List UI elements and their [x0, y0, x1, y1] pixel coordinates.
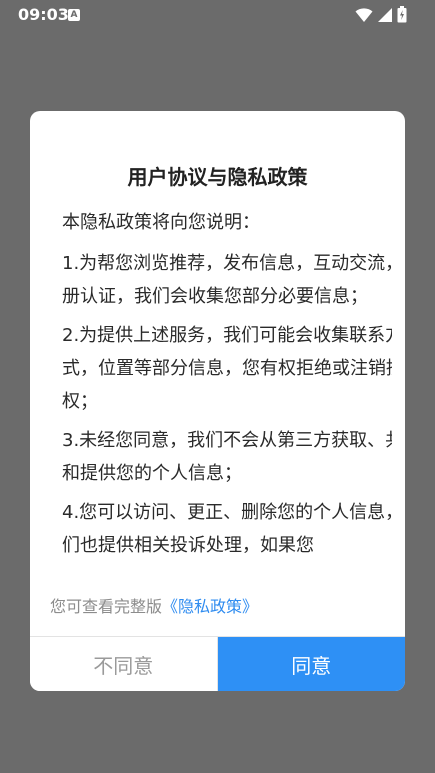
policy-intro: 本隐私政策将向您说明： — [62, 212, 260, 233]
agree-button[interactable]: 同意 — [217, 637, 405, 691]
policy-paragraph-1: 1.为帮您浏览推荐，发布信息，互动交流，注册认证，我们会收集您部分必要信息； — [62, 253, 392, 307]
policy-content-scroll[interactable]: 本隐私政策将向您说明： 1.为帮您浏览推荐，发布信息，互动交流，注册认证，我们会… — [62, 206, 392, 574]
status-bar: 09:03 A — [0, 0, 435, 30]
dialog-buttons: 不同意 同意 — [30, 637, 405, 691]
signal-icon — [378, 7, 392, 22]
status-icons — [355, 6, 407, 23]
wifi-icon — [355, 7, 373, 22]
privacy-policy-link[interactable]: 《隐私政策》 — [162, 597, 258, 616]
battery-icon — [397, 6, 407, 23]
notification-a-icon: A — [68, 9, 80, 21]
privacy-dialog: 用户协议与隐私政策 本隐私政策将向您说明： 1.为帮您浏览推荐，发布信息，互动交… — [30, 111, 405, 691]
policy-paragraph-4: 4.您可以访问、更正、删除您的个人信息，我们也提供相关投诉处理，如果您 — [62, 502, 392, 556]
notice-text: 您可查看完整版 — [50, 597, 163, 616]
policy-paragraph-3: 3.未经您同意，我们不会从第三方获取、共享和提供您的个人信息； — [62, 430, 392, 484]
full-policy-notice: 您可查看完整版《隐私政策》 — [50, 593, 258, 617]
dialog-title: 用户协议与隐私政策 — [127, 165, 308, 189]
status-time: 09:03 — [18, 5, 69, 24]
disagree-button[interactable]: 不同意 — [30, 637, 218, 691]
policy-paragraph-2: 2.为提供上述服务，我们可能会收集联系方式，位置等部分信息，您有权拒绝或注销授权… — [62, 325, 392, 412]
